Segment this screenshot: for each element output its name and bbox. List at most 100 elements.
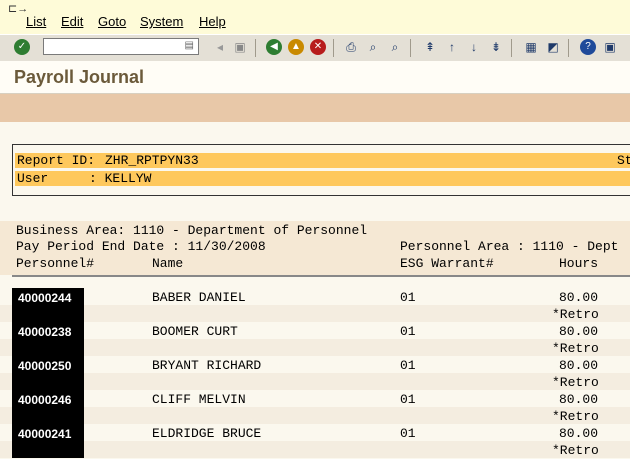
user-label: User (17, 171, 49, 186)
table-row[interactable]: 40000238 BOOMER CURT 01 80.00 *Retro (0, 322, 630, 356)
personnel-number: 40000238 (18, 325, 72, 339)
warrant-number: 01 (400, 426, 416, 441)
personnel-number: 40000246 (18, 393, 72, 407)
warrant-number: 01 (400, 324, 416, 339)
previous-page-icon[interactable]: ↑ (444, 39, 460, 55)
toolbar-divider (255, 39, 256, 57)
find-icon[interactable]: ⌕ (365, 39, 381, 55)
last-page-icon[interactable]: ⇟ (488, 39, 504, 55)
row-band (0, 390, 630, 407)
customize-layout-icon[interactable]: ▣ (602, 39, 618, 55)
menu-list-label: List (26, 14, 47, 29)
personnel-number-cell[interactable]: 40000250 (12, 356, 84, 390)
retro-flag: *Retro (552, 443, 599, 458)
report-header-truncated: St (617, 153, 630, 168)
new-session-icon[interactable]: ▦ (523, 39, 539, 55)
report-header-box: Report ID: ZHR_RPTPYN33 St User : KELLYW (12, 144, 630, 196)
retro-flag: *Retro (552, 375, 599, 390)
menu-edit-label: Edit (61, 14, 84, 29)
employee-name: CLIFF MELVIN (152, 392, 246, 407)
personnel-number-cell[interactable]: 40000241 (12, 424, 84, 458)
table-row[interactable]: 40000250 BRYANT RICHARD 01 80.00 *Retro (0, 356, 630, 390)
hours-value: 80.00 (559, 358, 599, 373)
find-next-icon[interactable]: ⌕ (387, 39, 403, 55)
employee-name: ELDRIDGE BRUCE (152, 426, 262, 441)
warrant-number: 01 (400, 358, 416, 373)
business-area-text: Business Area: 1110 - Department of Pers… (16, 223, 368, 238)
personnel-number-cell[interactable]: 40000238 (12, 322, 84, 356)
menu-bar: ⊏→ List Edit Goto System Help (0, 0, 630, 34)
row-band (0, 373, 630, 390)
menu-list[interactable]: List (26, 14, 46, 29)
personnel-number: 40000244 (18, 291, 72, 305)
command-field[interactable]: ▤ (43, 38, 199, 55)
back-arrow-icon[interactable]: ◂ (212, 39, 228, 55)
toolbar-divider (511, 39, 512, 57)
personnel-number: 40000241 (18, 427, 72, 441)
enter-icon[interactable]: ✓ (14, 39, 30, 55)
retro-flag: *Retro (552, 307, 599, 322)
row-band (0, 407, 630, 424)
menu-help-label: Help (199, 14, 226, 29)
standard-toolbar: ✓ ▤ ◂ ▣ ◀ ▲ ✕ ⎙ ⌕ ⌕ ⇞ ↑ ↓ ⇟ ▦ ◩ ? ▣ (0, 34, 630, 62)
shortcut-icon[interactable]: ◩ (545, 39, 561, 55)
hours-value: 80.00 (559, 392, 599, 407)
business-area-section: Business Area: 1110 - Department of Pers… (0, 221, 630, 275)
employee-name: BRYANT RICHARD (152, 358, 262, 373)
help-icon[interactable]: ? (580, 39, 596, 55)
table-row[interactable]: 40000246 CLIFF MELVIN 01 80.00 *Retro (0, 390, 630, 424)
toolbar-divider (333, 39, 334, 57)
exit-icon[interactable]: ▲ (288, 39, 304, 55)
toolbar-divider (410, 39, 411, 57)
retro-flag: *Retro (552, 341, 599, 356)
back-icon[interactable]: ◀ (266, 39, 282, 55)
retro-flag: *Retro (552, 409, 599, 424)
user-row: User : KELLYW (15, 171, 630, 186)
column-hours-header: Hours (559, 256, 599, 271)
row-band (0, 339, 630, 356)
warrant-number: 01 (400, 392, 416, 407)
row-band (0, 424, 630, 441)
row-band (0, 441, 630, 458)
warrant-number: 01 (400, 290, 416, 305)
table-row[interactable]: 40000241 ELDRIDGE BRUCE 01 80.00 *Retro (0, 424, 630, 458)
personnel-number-cell[interactable]: 40000244 (12, 288, 84, 322)
pay-period-text: Pay Period End Date : 11/30/2008 (16, 239, 266, 254)
hours-value: 80.00 (559, 324, 599, 339)
title-bar: Payroll Journal (0, 61, 630, 94)
hours-value: 80.00 (559, 426, 599, 441)
cancel-icon[interactable]: ✕ (310, 39, 326, 55)
command-history-icon[interactable]: ▤ (185, 40, 194, 51)
report-id-label: Report ID: (17, 153, 96, 168)
employee-name: BOOMER CURT (152, 324, 238, 339)
print-icon[interactable]: ⎙ (343, 39, 359, 55)
row-band (0, 322, 630, 339)
application-toolbar (0, 94, 630, 122)
hours-value: 80.00 (559, 290, 599, 305)
row-band (0, 356, 630, 373)
menu-edit[interactable]: Edit (61, 14, 83, 29)
save-icon[interactable]: ▣ (232, 39, 248, 55)
menu-system[interactable]: System (140, 14, 183, 29)
personnel-number-cell[interactable]: 40000246 (12, 390, 84, 424)
row-band (0, 288, 630, 305)
header-divider (12, 275, 630, 277)
report-id-row: Report ID: ZHR_RPTPYN33 St (15, 153, 630, 168)
menu-goto-label: Goto (98, 14, 127, 29)
menu-system-label: System (140, 14, 184, 29)
row-band (0, 305, 630, 322)
first-page-icon[interactable]: ⇞ (422, 39, 438, 55)
menu-goto[interactable]: Goto (98, 14, 126, 29)
table-row[interactable]: 40000244 BABER DANIEL 01 80.00 *Retro (0, 288, 630, 322)
menu-help[interactable]: Help (199, 14, 226, 29)
toolbar-divider (568, 39, 569, 57)
next-page-icon[interactable]: ↓ (466, 39, 482, 55)
page-title: Payroll Journal (14, 67, 145, 87)
column-warrant-header: ESG Warrant# (400, 256, 494, 271)
column-name-header: Name (152, 256, 184, 271)
user-value: : KELLYW (89, 171, 152, 186)
personnel-area-text: Personnel Area : 1110 - Dept (400, 239, 619, 254)
personnel-number: 40000250 (18, 359, 72, 373)
employee-name: BABER DANIEL (152, 290, 246, 305)
column-personnel-header: Personnel# (16, 256, 95, 271)
